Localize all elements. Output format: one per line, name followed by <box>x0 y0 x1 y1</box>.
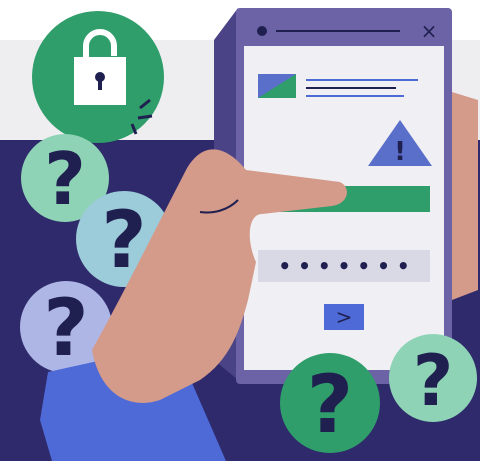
security-illustration-svg: ? ? ? × ! • • • • • • • > ? ? <box>0 0 480 461</box>
window-dot <box>257 26 267 36</box>
question-glyph: ? <box>43 284 88 374</box>
fingers-right <box>452 92 478 300</box>
question-glyph: ? <box>307 358 353 451</box>
lock-icon <box>32 11 164 143</box>
arrow-right-icon: > <box>336 305 353 329</box>
question-mark-icon: ? <box>389 334 477 422</box>
password-mask: • • • • • • • <box>278 254 409 278</box>
warning-glyph: ! <box>394 137 406 167</box>
question-glyph: ? <box>413 340 454 422</box>
close-icon: × <box>421 19 438 43</box>
question-mark-icon: ? <box>280 353 380 453</box>
image-placeholder-icon <box>258 74 296 98</box>
question-glyph: ? <box>44 137 86 221</box>
